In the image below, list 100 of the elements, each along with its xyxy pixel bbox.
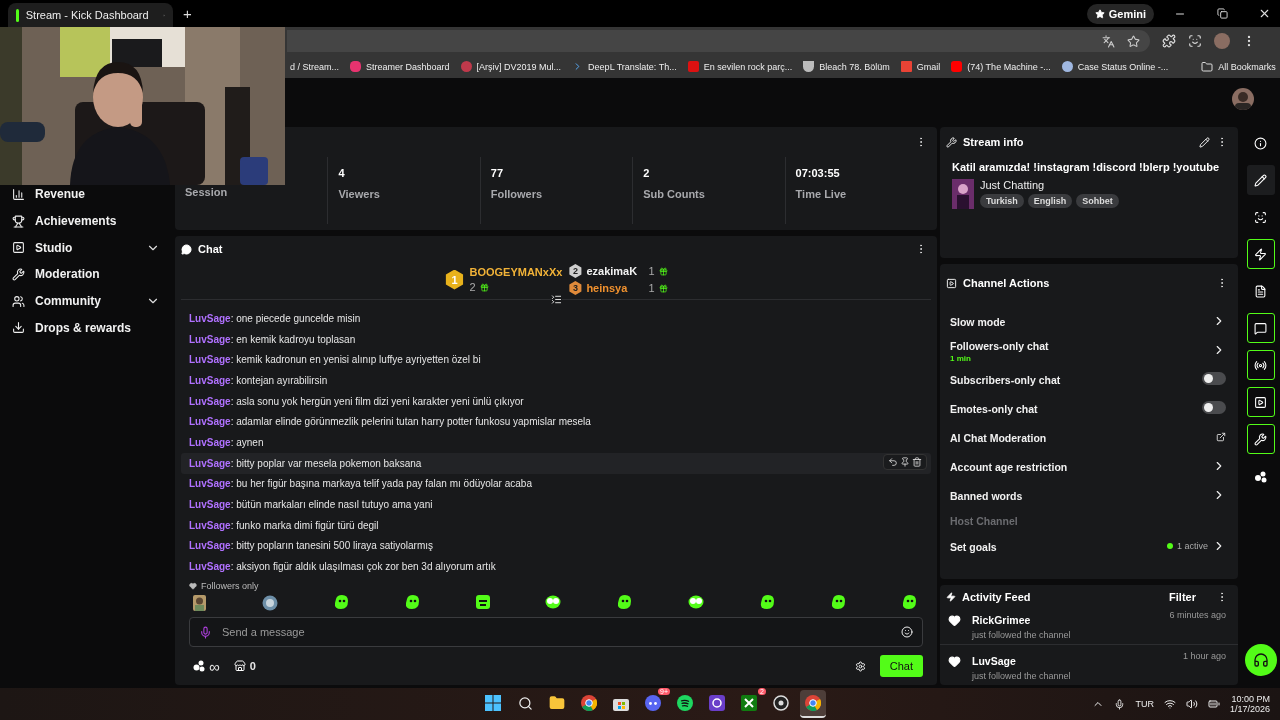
- activity-text: just followed the channel: [972, 671, 1072, 681]
- square-icon: [687, 61, 699, 72]
- users-icon: [12, 294, 25, 308]
- chat-icon[interactable]: [1246, 313, 1275, 343]
- action-label[interactable]: Emotes-only chat: [950, 402, 1038, 415]
- wrench-icon[interactable]: [1246, 424, 1275, 454]
- user-avatar[interactable]: [1232, 88, 1254, 110]
- stat-value: 07:03:55: [795, 167, 841, 179]
- sidebar-item[interactable]: Community: [12, 290, 172, 312]
- reply-icon[interactable]: [888, 456, 898, 467]
- gemini-button[interactable]: Gemini: [1086, 3, 1154, 24]
- emote-icon: [404, 595, 420, 609]
- action-label[interactable]: Account age restriction: [950, 460, 1068, 473]
- folder-icon: [549, 695, 565, 711]
- broadcast-icon[interactable]: [1246, 350, 1275, 380]
- filter-button[interactable]: Filter: [1163, 589, 1202, 604]
- help-button[interactable]: [1244, 644, 1277, 676]
- tag[interactable]: Turkish: [980, 194, 1024, 208]
- chat-message: LuvSage: aksiyon figür aldık ulaşılması çok zor ben 3d alıyorum artık: [188, 560, 497, 575]
- stat-label: Sub Counts: [643, 188, 706, 200]
- clock-time[interactable]: 10:00 PM: [1231, 694, 1270, 704]
- browser-tab[interactable]: Stream - Kick Dashboard: [8, 3, 173, 27]
- battery-icon[interactable]: [1207, 698, 1220, 710]
- chat-button[interactable]: Chat: [879, 655, 923, 677]
- action-label[interactable]: Slow mode: [950, 315, 1006, 328]
- sidebar-item[interactable]: Revenue: [12, 184, 172, 205]
- tag[interactable]: Sohbet: [1076, 194, 1119, 208]
- trophy-icon: [12, 214, 25, 228]
- pin-icon[interactable]: [900, 456, 910, 467]
- activity-time: 6 minutes ago: [1169, 610, 1226, 622]
- download-icon: [12, 321, 25, 335]
- bookmark[interactable]: En sevilen rock parç...: [687, 61, 793, 72]
- sidebar-item[interactable]: Drops & rewards: [12, 317, 172, 339]
- wifi-icon[interactable]: [1163, 698, 1176, 710]
- sidebar-item[interactable]: Achievements: [12, 210, 172, 232]
- xlogo-icon: [741, 695, 757, 711]
- extensions-icon[interactable]: [1162, 34, 1176, 48]
- action-label[interactable]: Set goals: [950, 540, 997, 553]
- toggle-switch[interactable]: [1202, 372, 1226, 385]
- emoji-icon[interactable]: [901, 626, 913, 638]
- action-value: 1 min: [950, 354, 972, 363]
- bookmark[interactable]: (74) The Machine -...: [951, 61, 1051, 72]
- bookmark[interactable]: Gmail: [900, 61, 941, 72]
- drops-count: 0: [249, 660, 256, 672]
- action-label[interactable]: AI Chat Moderation: [950, 431, 1047, 444]
- panel-icon: [946, 277, 957, 289]
- action-label[interactable]: Banned words: [950, 489, 1023, 502]
- address-field[interactable]: [287, 30, 1150, 52]
- logo-icon: [16, 8, 19, 22]
- bookmark[interactable]: [Arşiv] DV2019 Mul...: [460, 61, 562, 72]
- chart-icon: [12, 187, 25, 201]
- action-label: Host Channel: [950, 515, 1018, 527]
- category-name: Just Chatting: [980, 179, 1046, 191]
- bookmark[interactable]: Streamer Dashboard: [350, 61, 450, 72]
- speaker-icon[interactable]: [1185, 698, 1198, 710]
- message-field[interactable]: Send a message: [189, 617, 923, 647]
- chat-message: LuvSage: bütün markaları elinde nasıl tutuyo ama yani: [188, 498, 434, 513]
- bookmark[interactable]: Bleach 78. Bölüm: [803, 61, 890, 72]
- gift-icon: [658, 283, 668, 293]
- clock-date[interactable]: 1/17/2026: [1229, 704, 1270, 714]
- taskbar-app[interactable]: [800, 690, 826, 718]
- pencil-icon[interactable]: [1246, 165, 1275, 195]
- points-value: ∞: [209, 657, 220, 675]
- external-link-icon[interactable]: [1216, 431, 1226, 442]
- settings-icon[interactable]: [854, 660, 866, 672]
- trash-icon[interactable]: [912, 456, 922, 467]
- windows-icon: [485, 695, 501, 711]
- new-tab-button[interactable]: +: [183, 5, 192, 22]
- chat-mode: Followers only: [201, 581, 259, 591]
- chat-icon: [181, 243, 192, 255]
- emote-icon: [475, 595, 490, 609]
- follower-name: LuvSage: [972, 655, 1016, 667]
- translate-icon[interactable]: [1102, 34, 1115, 48]
- stat-label: Time Live: [795, 188, 848, 200]
- pencil-icon[interactable]: [1199, 136, 1210, 148]
- media-icon[interactable]: [1188, 34, 1202, 48]
- gift-icon: [658, 266, 668, 276]
- chat-message: LuvSage: en kemik kadroyu toplasan: [188, 332, 357, 347]
- bookmark[interactable]: d / Stream...: [290, 61, 340, 72]
- panel-icon[interactable]: [1246, 387, 1275, 417]
- collapse-icon[interactable]: [550, 294, 562, 306]
- emote-icon: [760, 595, 776, 609]
- language-indicator[interactable]: TUR: [1135, 699, 1154, 709]
- wrench-icon: [12, 267, 25, 281]
- toggle-switch[interactable]: [1202, 401, 1226, 414]
- emote-icon: [193, 595, 206, 611]
- tag[interactable]: English: [1027, 194, 1073, 208]
- gift-count: 1: [648, 282, 655, 295]
- action-label[interactable]: Subscribers-only chat: [950, 373, 1061, 386]
- sidebar-item[interactable]: Studio: [12, 237, 172, 259]
- bookmark[interactable]: DeepL Translate: Th...: [572, 61, 677, 72]
- profile-avatar[interactable]: [1214, 33, 1230, 49]
- restore-icon[interactable]: [1216, 8, 1228, 19]
- bolt-icon[interactable]: [1246, 239, 1275, 269]
- action-label[interactable]: Followers-only chat: [950, 340, 1049, 352]
- bookmark[interactable]: Case Status Online -...: [1061, 61, 1169, 72]
- heart-icon: [948, 614, 961, 627]
- all-bookmarks[interactable]: All Bookmarks: [1201, 60, 1276, 73]
- mic-icon[interactable]: [1114, 698, 1126, 710]
- sidebar-item[interactable]: Moderation: [12, 264, 172, 285]
